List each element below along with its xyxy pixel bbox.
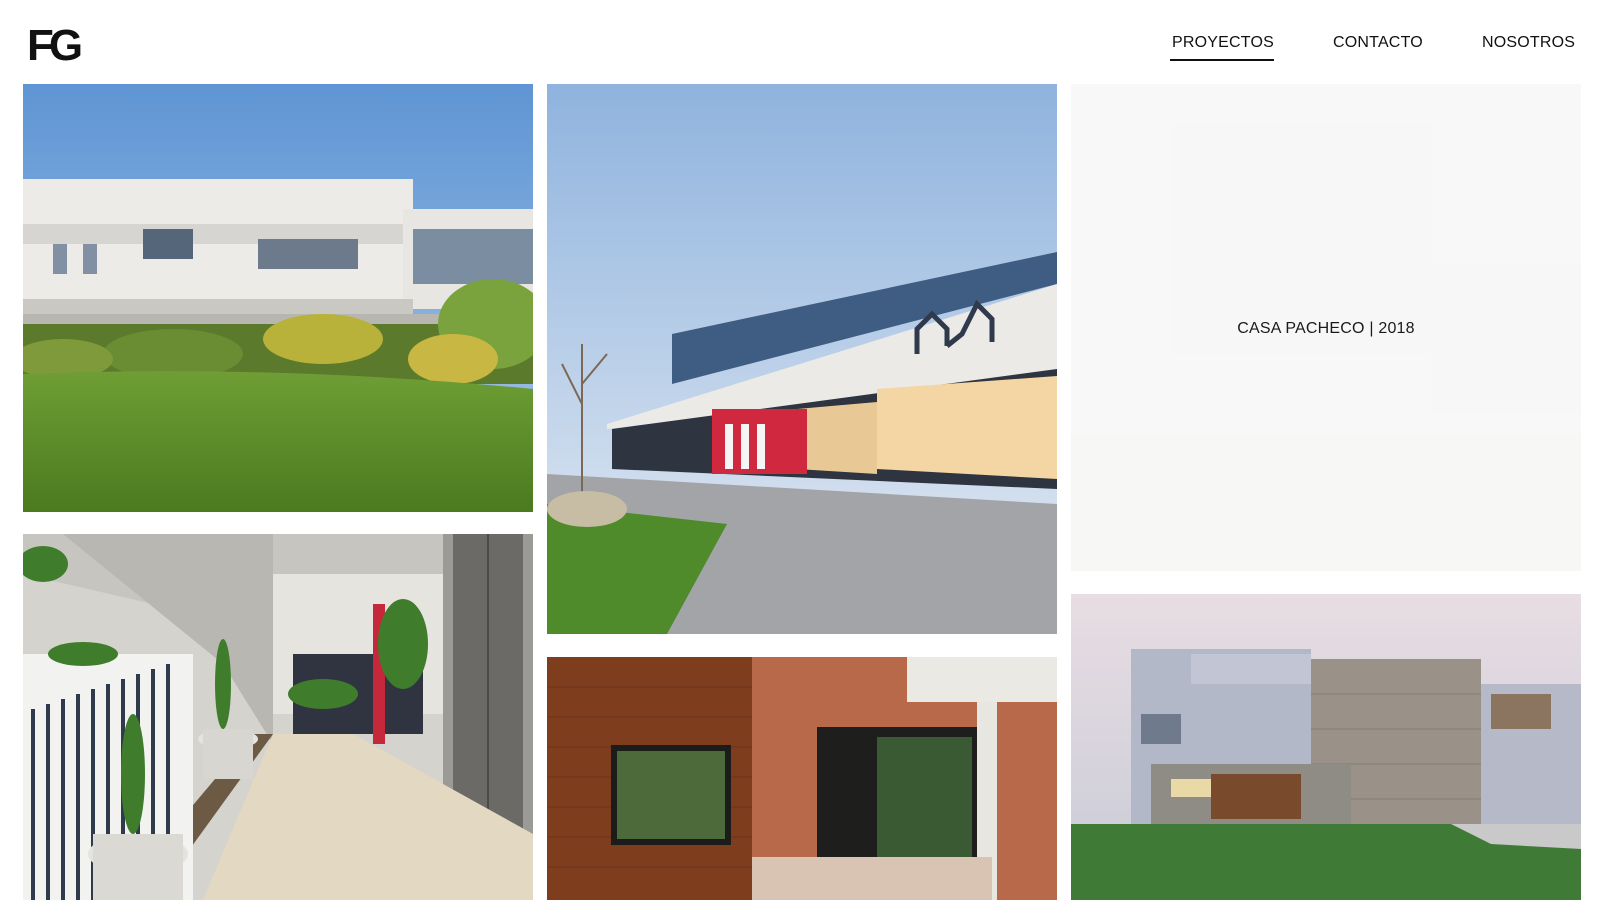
nav-active-underline	[1170, 59, 1274, 61]
project-tile-stone-house[interactable]	[1071, 594, 1581, 900]
project-tile-brick-house[interactable]	[547, 657, 1057, 900]
nav-nosotros[interactable]: NOSOTROS	[1482, 34, 1575, 52]
project-photo	[23, 84, 533, 512]
project-photo	[23, 534, 533, 900]
project-tile-corridor[interactable]	[23, 534, 533, 900]
project-photo	[1071, 594, 1581, 900]
project-tile-white-house[interactable]	[23, 84, 533, 512]
project-tile-casa-pacheco[interactable]: CASA PACHECO | 2018	[1071, 84, 1581, 571]
project-caption: CASA PACHECO | 2018	[1237, 320, 1415, 337]
nav-contacto[interactable]: CONTACTO	[1333, 34, 1423, 52]
nav-proyectos[interactable]: PROYECTOS	[1172, 34, 1274, 52]
project-photo	[547, 657, 1057, 900]
site-header: FG PROYECTOS CONTACTO NOSOTROS	[0, 0, 1600, 80]
project-tile-industrial[interactable]	[547, 84, 1057, 634]
project-photo	[547, 84, 1057, 634]
fg-logo[interactable]: FG	[27, 24, 83, 68]
